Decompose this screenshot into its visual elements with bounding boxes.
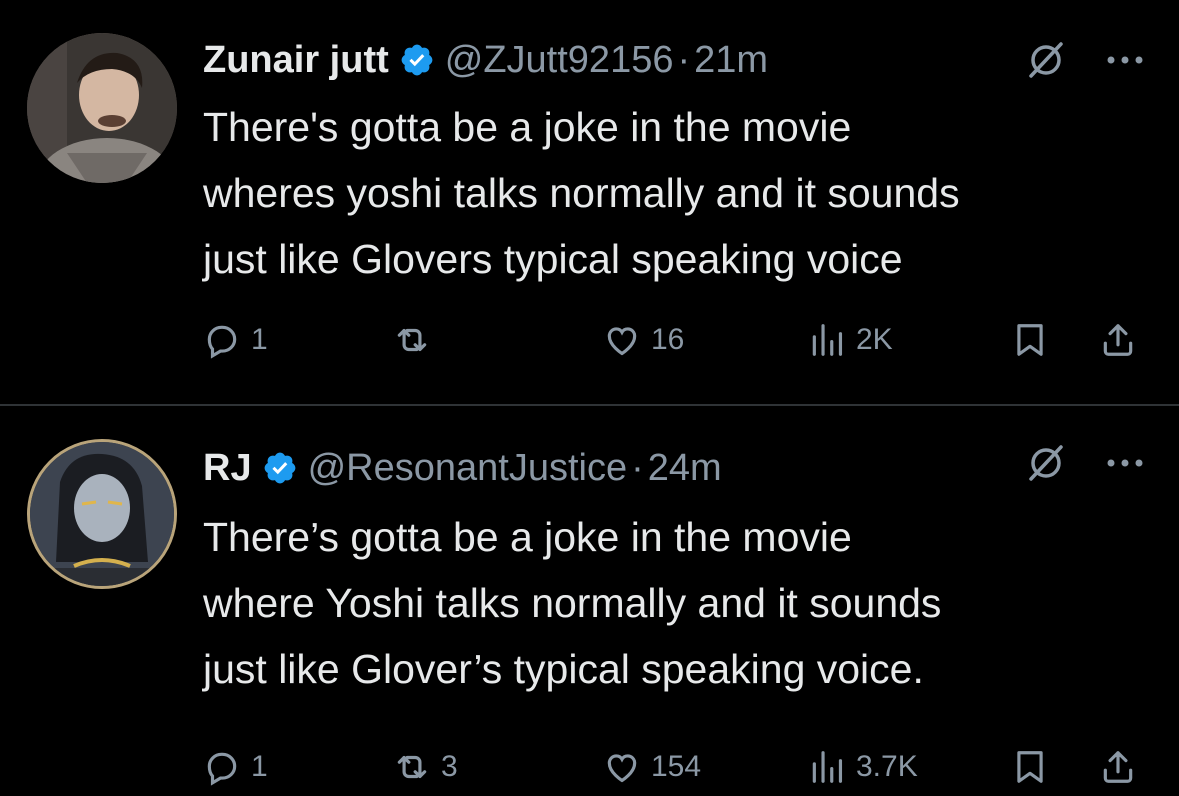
tweet[interactable]: Zunair jutt @ZJutt92156 · 21m There's go… — [0, 0, 1179, 404]
avatar[interactable] — [27, 439, 177, 589]
more-icon[interactable] — [1103, 40, 1147, 80]
retweet-button[interactable] — [393, 318, 441, 362]
user-handle[interactable]: @ZJutt92156 — [445, 39, 674, 82]
grok-icon[interactable] — [1026, 40, 1066, 80]
user-handle[interactable]: @ResonantJustice — [308, 447, 628, 490]
like-icon — [607, 754, 637, 783]
like-count: 16 — [651, 323, 685, 356]
retweet-button[interactable]: 3 — [393, 745, 458, 789]
separator-dot: · — [677, 38, 691, 81]
tweet-header: Zunair jutt @ZJutt92156 · 21m — [203, 34, 768, 86]
more-icon[interactable] — [1103, 443, 1147, 483]
avatar[interactable] — [27, 33, 177, 183]
share-button[interactable] — [1099, 318, 1137, 362]
tweet-text: There's gotta be a joke in the movie whe… — [203, 104, 960, 282]
reply-button[interactable]: 1 — [203, 745, 268, 789]
avatar-illustration-icon — [30, 442, 174, 586]
grok-icon[interactable] — [1026, 443, 1066, 483]
avatar-photo-icon — [27, 33, 177, 183]
display-name[interactable]: RJ — [203, 447, 252, 490]
views-icon — [812, 324, 843, 356]
views-button[interactable]: 3.7K — [808, 745, 918, 789]
tweet[interactable]: RJ @ResonantJustice · 24m There’s gotta … — [0, 406, 1179, 796]
views-button[interactable]: 2K — [808, 318, 893, 362]
action-bar: 1 16 2K — [203, 318, 1153, 362]
reply-count: 1 — [251, 323, 268, 356]
bookmark-icon — [1017, 751, 1043, 783]
reply-button[interactable]: 1 — [203, 318, 268, 362]
verified-badge-icon — [264, 452, 295, 484]
bookmark-button[interactable] — [1011, 318, 1049, 362]
bookmark-button[interactable] — [1011, 745, 1049, 789]
separator-dot: · — [631, 446, 644, 489]
retweet-count: 3 — [441, 750, 458, 783]
tweet-text: There’s gotta be a joke in the movie whe… — [203, 514, 942, 692]
retweet-icon — [397, 755, 427, 779]
verified-badge-icon — [401, 44, 433, 76]
view-count: 3.7K — [856, 750, 918, 783]
bookmark-icon — [1017, 324, 1043, 356]
like-icon — [607, 327, 637, 356]
timestamp[interactable]: 21m — [694, 39, 768, 82]
view-count: 2K — [856, 323, 893, 356]
action-bar: 1 3 154 3.7K — [203, 745, 1153, 789]
like-count: 154 — [651, 750, 702, 783]
display-name[interactable]: Zunair jutt — [203, 39, 389, 82]
reply-count: 1 — [251, 750, 268, 783]
retweet-icon — [397, 328, 427, 352]
share-button[interactable] — [1099, 745, 1137, 789]
tweet-header: RJ @ResonantJustice · 24m — [203, 442, 722, 494]
share-icon — [1103, 324, 1133, 356]
reply-icon — [207, 752, 237, 786]
reply-icon — [207, 325, 237, 359]
share-icon — [1103, 751, 1133, 783]
views-icon — [812, 751, 843, 783]
timestamp[interactable]: 24m — [648, 447, 722, 490]
like-button[interactable]: 154 — [603, 745, 701, 789]
like-button[interactable]: 16 — [603, 318, 684, 362]
